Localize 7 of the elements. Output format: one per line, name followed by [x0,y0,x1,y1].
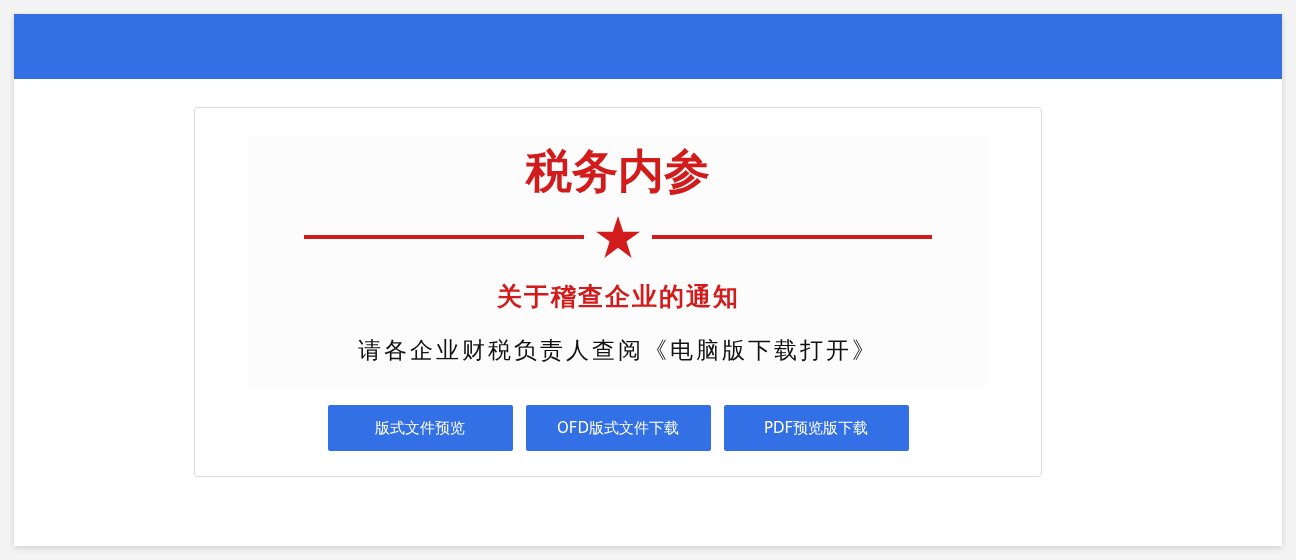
download-button[interactable]: PDF预览版下载 [723,405,909,451]
download-button[interactable]: 版式文件预览 [327,405,513,451]
notice-message: 请各企业财税负责人查阅《电脑版下载打开》 [358,336,878,365]
download-button[interactable]: OFD版式文件下载 [525,405,711,451]
star-icon [596,216,640,258]
notice-title: 税务内参 [526,148,710,194]
notice-subtitle: 关于稽查企业的通知 [496,281,740,313]
